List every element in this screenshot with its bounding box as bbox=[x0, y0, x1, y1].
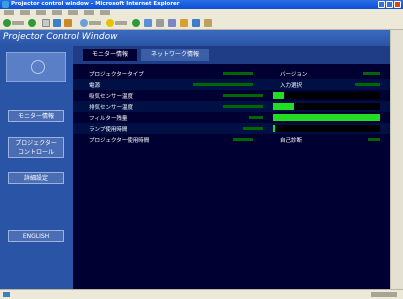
search-label[interactable] bbox=[89, 21, 101, 25]
status-bar bbox=[0, 289, 403, 299]
main-panel: モニター情報 ネットワーク情報 プロジェクタータイプ バージョン 電源 入力選択… bbox=[73, 46, 390, 289]
tab-network-info[interactable]: ネットワーク情報 bbox=[141, 49, 209, 61]
meter-fill bbox=[273, 103, 295, 110]
ie-logo-icon bbox=[2, 1, 9, 8]
meter-fill bbox=[273, 125, 276, 132]
vertical-scrollbar[interactable] bbox=[390, 30, 403, 289]
table-row: 排気センサー温度 bbox=[73, 101, 390, 112]
refresh-icon[interactable] bbox=[53, 19, 61, 27]
tab-monitor-info[interactable]: モニター情報 bbox=[83, 49, 137, 61]
tools-icon[interactable] bbox=[204, 19, 212, 27]
search-icon[interactable] bbox=[80, 19, 88, 27]
close-button[interactable] bbox=[394, 1, 401, 8]
table-row: ランプ使用時間 bbox=[73, 123, 390, 134]
menu-item[interactable] bbox=[100, 10, 110, 15]
back-label[interactable] bbox=[12, 21, 24, 25]
value-text-unreadable bbox=[355, 83, 380, 86]
lamp-hours-meter bbox=[273, 125, 380, 132]
sidebar-button-detailed-settings[interactable]: 詳細設定 bbox=[8, 172, 64, 184]
sidebar-button-monitor-info[interactable]: モニター情報 bbox=[8, 110, 64, 122]
projector-logo bbox=[6, 52, 66, 82]
projector-icon bbox=[31, 60, 45, 74]
table-row: 吸気センサー温度 bbox=[73, 90, 390, 101]
row-label: プロジェクタータイプ bbox=[89, 72, 144, 78]
window-titlebar[interactable]: Projector control window - Microsoft Int… bbox=[0, 0, 403, 9]
sidebar-button-projector-control[interactable]: プロジェクター コントロール bbox=[8, 137, 64, 158]
sidebar: モニター情報 プロジェクター コントロール 詳細設定 ENGLISH bbox=[0, 46, 73, 289]
browser-toolbar bbox=[0, 17, 403, 30]
page-icon bbox=[3, 292, 10, 297]
history-icon[interactable] bbox=[132, 19, 140, 27]
forward-icon[interactable] bbox=[28, 19, 36, 27]
row-label: プロジェクター使用時間 bbox=[89, 138, 150, 144]
messenger-icon[interactable] bbox=[192, 19, 200, 27]
menu-item[interactable] bbox=[68, 10, 78, 15]
window-title: Projector control window - Microsoft Int… bbox=[11, 1, 180, 7]
menu-item[interactable] bbox=[4, 10, 14, 15]
table-row: フィルター残量 bbox=[73, 112, 390, 123]
row-sublabel: 自己診断 bbox=[280, 138, 303, 144]
page-content: Projector Control Window モニター情報 プロジェクター … bbox=[0, 30, 390, 289]
folder-icon[interactable] bbox=[180, 19, 188, 27]
value-text-unreadable bbox=[193, 83, 253, 86]
menu-item[interactable] bbox=[84, 10, 94, 15]
value-text-unreadable bbox=[243, 127, 263, 130]
value-text-unreadable bbox=[233, 138, 253, 141]
edit-icon[interactable] bbox=[168, 19, 176, 27]
table-row: プロジェクタータイプ バージョン bbox=[73, 68, 390, 79]
stop-icon[interactable] bbox=[42, 19, 50, 27]
exhaust-temp-meter bbox=[273, 103, 380, 110]
value-text-unreadable bbox=[223, 105, 263, 108]
table-row: 電源 入力選択 bbox=[73, 79, 390, 90]
intake-temp-meter bbox=[273, 92, 380, 99]
value-text-unreadable bbox=[368, 138, 380, 141]
mail-icon[interactable] bbox=[144, 19, 152, 27]
zone-indicator bbox=[371, 292, 397, 297]
home-icon[interactable] bbox=[64, 19, 72, 27]
print-icon[interactable] bbox=[156, 19, 164, 27]
page-title: Projector Control Window bbox=[3, 32, 118, 42]
tab-bar: モニター情報 ネットワーク情報 bbox=[73, 46, 390, 64]
row-label: 排気センサー温度 bbox=[89, 105, 134, 111]
filter-remaining-meter bbox=[273, 114, 380, 121]
value-text-unreadable bbox=[249, 116, 263, 119]
value-text-unreadable bbox=[363, 72, 380, 75]
page-header: Projector Control Window bbox=[0, 30, 390, 46]
value-text-unreadable bbox=[223, 72, 253, 75]
meter-fill bbox=[273, 114, 380, 121]
meter-fill bbox=[273, 92, 284, 99]
minimize-button[interactable] bbox=[378, 1, 385, 8]
maximize-button[interactable] bbox=[386, 1, 393, 8]
browser-window: Projector control window - Microsoft Int… bbox=[0, 0, 403, 299]
menu-item[interactable] bbox=[36, 10, 46, 15]
row-sublabel: 入力選択 bbox=[280, 83, 303, 89]
favorites-icon[interactable] bbox=[106, 19, 114, 27]
menu-item[interactable] bbox=[20, 10, 30, 15]
table-row: プロジェクター使用時間 自己診断 bbox=[73, 134, 390, 145]
sidebar-button-english[interactable]: ENGLISH bbox=[8, 230, 64, 242]
row-sublabel: バージョン bbox=[280, 72, 308, 78]
favorites-label[interactable] bbox=[115, 21, 127, 25]
row-label: 電源 bbox=[89, 83, 101, 89]
menu-item[interactable] bbox=[52, 10, 62, 15]
value-text-unreadable bbox=[223, 94, 263, 97]
row-label: ランプ使用時間 bbox=[89, 127, 128, 133]
back-icon[interactable] bbox=[3, 19, 11, 27]
row-label: 吸気センサー温度 bbox=[89, 94, 134, 100]
row-label: フィルター残量 bbox=[89, 116, 128, 122]
